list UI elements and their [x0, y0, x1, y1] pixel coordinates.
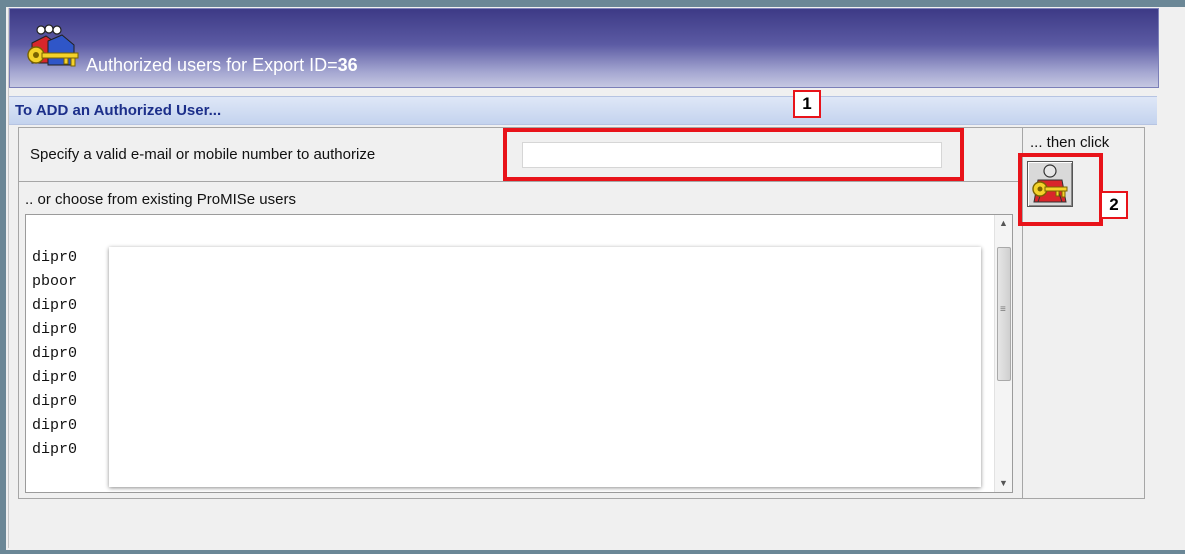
export-id: 36 [337, 55, 358, 75]
callout-box-2 [1018, 153, 1103, 226]
list-scrollbar[interactable]: ▲ ≡ ▼ [994, 215, 1012, 492]
list-item[interactable]: dipr0 [32, 393, 77, 410]
list-item[interactable]: dipr0 [32, 249, 77, 266]
callout-number-1: 1 [793, 90, 821, 118]
scroll-down-arrow-icon[interactable]: ▼ [995, 475, 1012, 492]
dialog-footer [9, 505, 1157, 545]
title-prefix: Authorized users for Export ID= [86, 55, 338, 75]
list-item[interactable]: pboor [32, 273, 77, 290]
users-key-icon [27, 24, 79, 67]
scroll-up-arrow-icon[interactable]: ▲ [995, 215, 1012, 232]
list-item[interactable]: dipr0 [32, 345, 77, 362]
callout-number-2: 2 [1100, 191, 1128, 219]
list-item[interactable]: dipr0 [32, 441, 77, 458]
choose-existing-label: .. or choose from existing ProMISe users [25, 191, 296, 208]
list-item[interactable]: dipr0 [32, 297, 77, 314]
window-title: Authorized users for Export ID=36 [86, 55, 358, 76]
list-item[interactable]: dipr0 [32, 417, 77, 434]
window-frame-left [0, 0, 6, 554]
redaction-overlay [109, 247, 981, 487]
row-divider [19, 181, 1022, 182]
then-click-label: ... then click [1030, 134, 1110, 151]
window-frame-bottom [0, 550, 1185, 554]
scroll-thumb[interactable]: ≡ [997, 247, 1011, 381]
callout-box-1 [503, 128, 964, 181]
grip-icon: ≡ [1000, 304, 1006, 315]
add-user-section-header: To ADD an Authorized User... [9, 96, 1157, 125]
specify-label: Specify a valid e-mail or mobile number … [30, 146, 376, 163]
list-item[interactable]: dipr0 [32, 369, 77, 386]
title-bar: Authorized users for Export ID=36 [9, 8, 1159, 88]
window-frame-top [0, 0, 1185, 7]
list-item[interactable]: dipr0 [32, 321, 77, 338]
section-header-label: To ADD an Authorized User... [15, 102, 222, 119]
